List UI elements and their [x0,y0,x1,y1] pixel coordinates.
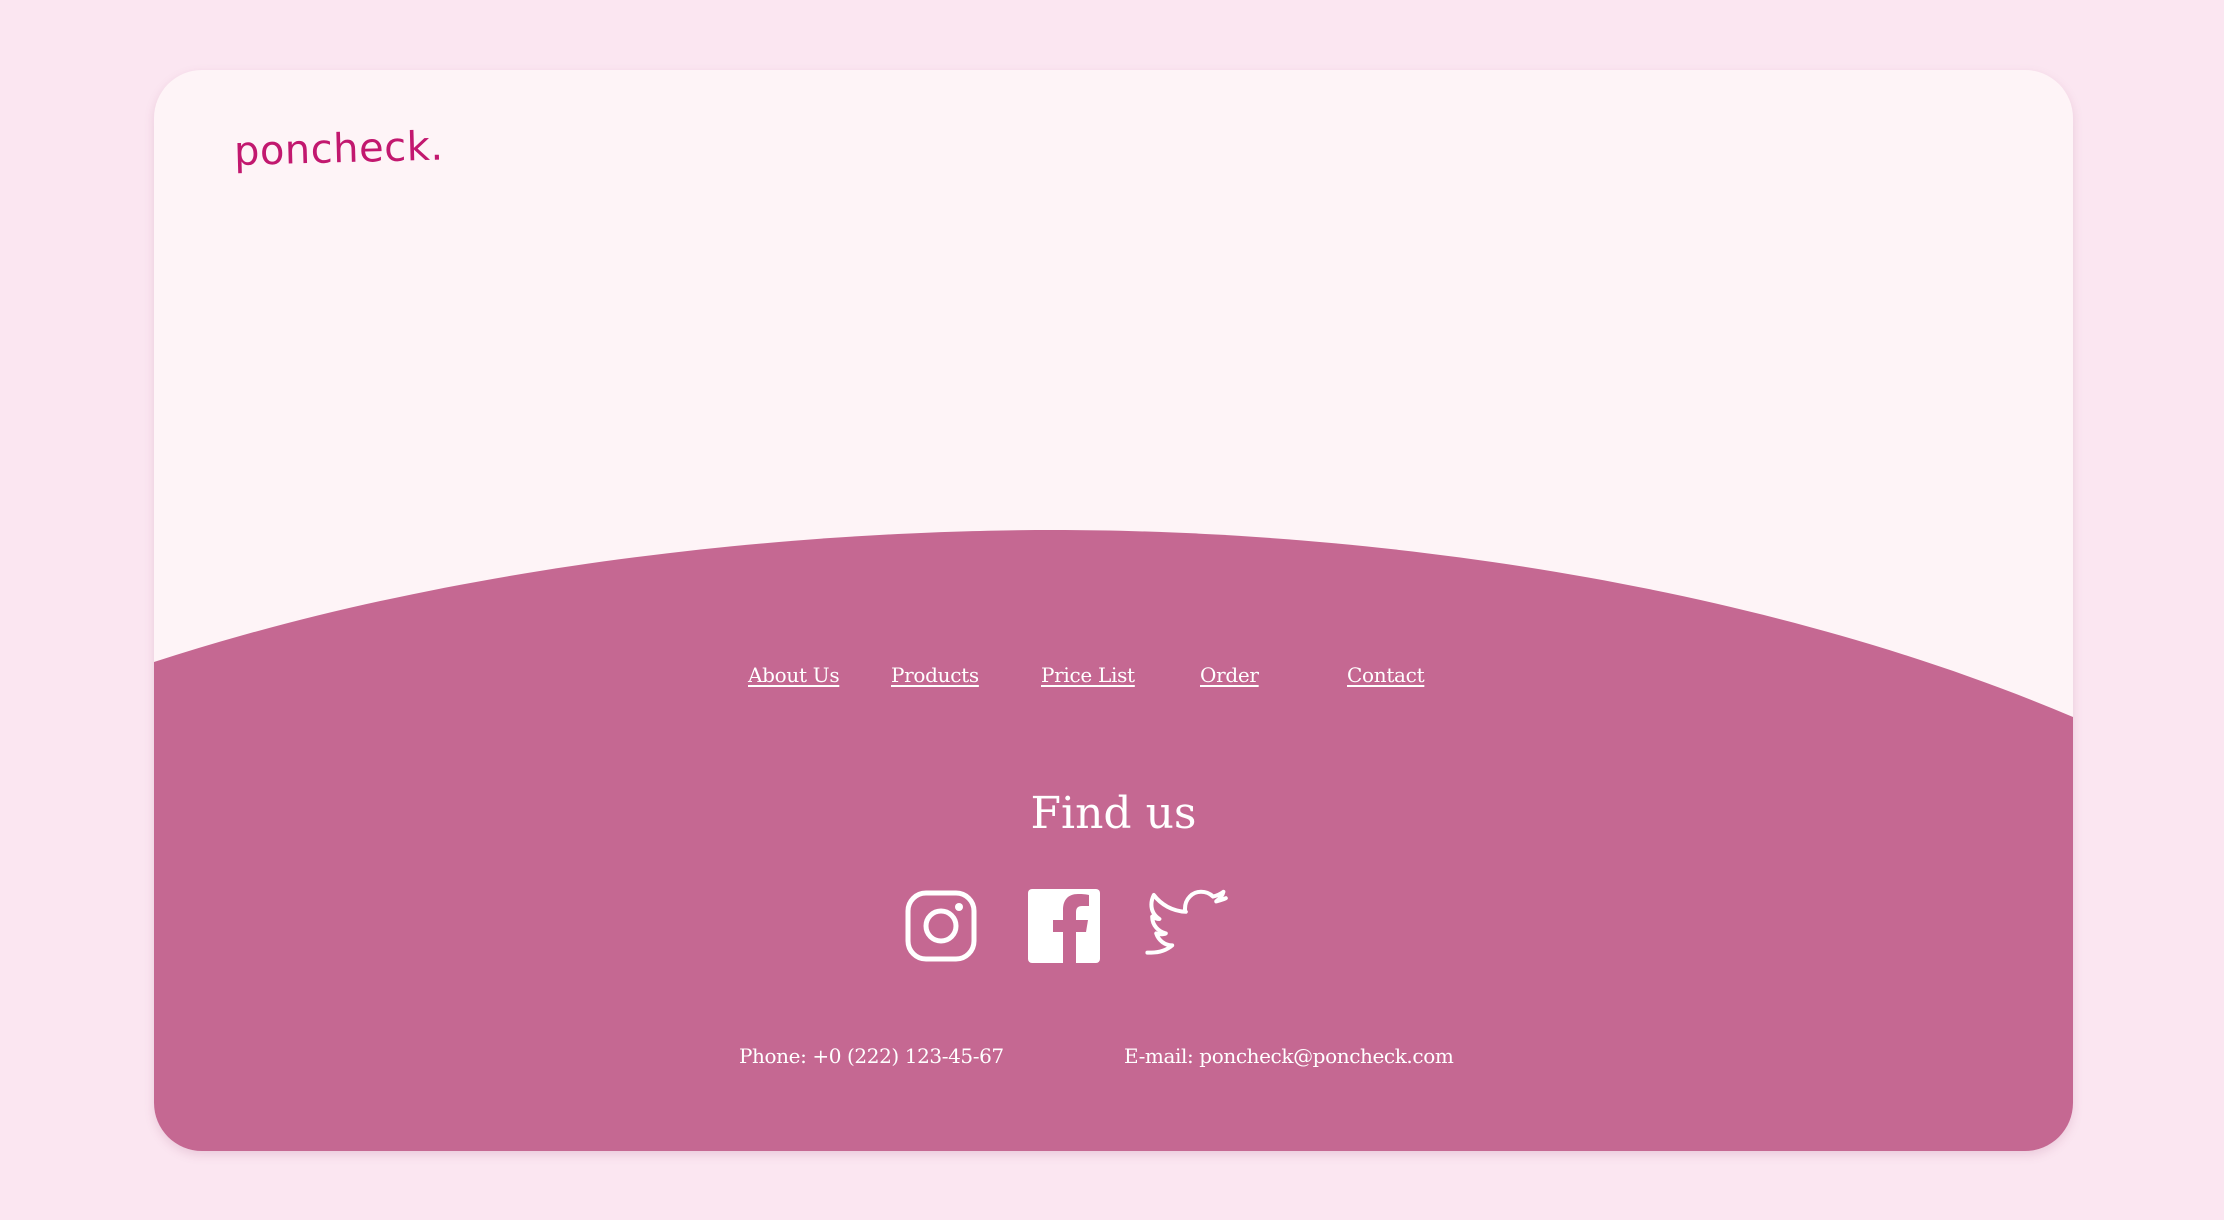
page-card: poncheck. About Us Products Price List O… [154,70,2073,1151]
footer-wave-background [154,530,2073,1151]
facebook-icon [1028,889,1100,963]
nav-link-contact[interactable]: Contact [1347,655,1425,695]
contact-email[interactable]: E-mail: poncheck@poncheck.com [1124,1040,1454,1072]
find-us-heading: Find us [1030,788,1197,839]
twitter-icon [1145,889,1228,955]
contact-phone: Phone: +0 (222) 123-45-67 [739,1044,1004,1068]
instagram-link[interactable] [902,887,992,969]
footer-nav: About Us Products Price List Order Conta… [154,655,2073,695]
instagram-icon [905,890,977,962]
nav-link-price-list[interactable]: Price List [1041,655,1135,695]
footer-wave-shape [154,530,2073,1151]
twitter-link[interactable] [1137,887,1228,969]
nav-link-about-us[interactable]: About Us [748,655,840,695]
nav-link-order[interactable]: Order [1200,655,1259,695]
facebook-link[interactable] [1026,887,1116,969]
nav-link-products[interactable]: Products [891,655,979,695]
